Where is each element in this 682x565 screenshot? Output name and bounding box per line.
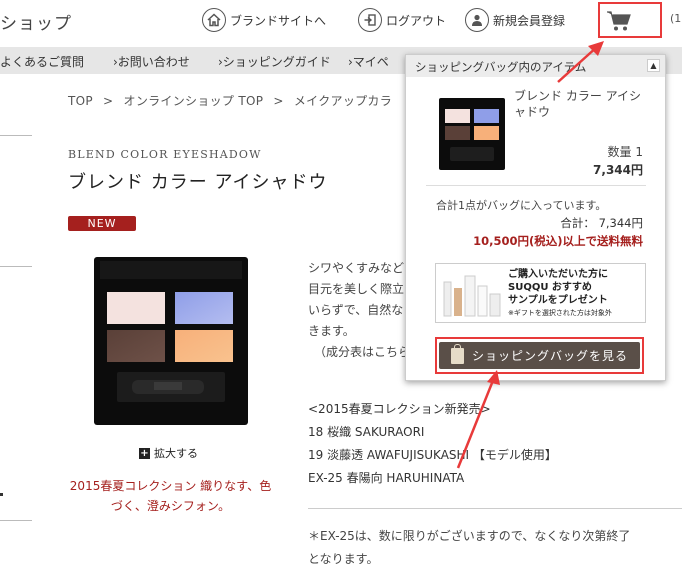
new-badge: NEW [68,216,136,231]
description-line: 目元を美しく際立 [308,282,405,296]
nav-contact[interactable]: ›お問い合わせ [113,53,190,70]
brand-site-label: ブランドサイトへ [230,13,327,28]
plus-icon: + [139,447,150,459]
sample-products-image [443,275,501,317]
page-title: ブレンド カラー アイシャドウ [68,172,328,193]
nav-mypage[interactable]: ›マイペ [348,53,389,70]
breadcrumb-makeup[interactable]: メイクアップカラ [294,94,392,108]
product-image[interactable] [92,256,250,426]
collection-info: <2015春夏コレクション新発売> 18 桜織 SAKURAORI 19 淡藤透… [308,398,557,490]
logout-label: ログアウト [386,13,447,28]
nav-faq[interactable]: よくあるご質問 [0,53,84,70]
divider [308,508,682,509]
free-shipping-note: 10,500円(税込)以上で送料無料 [473,234,643,248]
product-caption: 2015春夏コレクション 織りなす、色づく、澄みシフォン。 [69,479,272,513]
logout-link[interactable]: ログアウト [358,8,446,32]
product-subtitle: BLEND COLOR EYESHADOW [68,148,262,161]
collection-line: 19 淡藤透 AWAFUJISUKASHI 【モデル使用】 [308,448,557,462]
cart-item-name[interactable]: ブレンド カラー アイシャドウ [514,88,646,120]
breadcrumb-online-shop[interactable]: オンラインショップ TOP [124,94,264,108]
breadcrumb: TOP > オンラインショップ TOP > メイクアップカラ [68,92,398,109]
description-line: シワやくすみなど [308,261,405,275]
description-line: いらずで、自然な [308,303,404,317]
register-link[interactable]: 新規会員登録 [465,8,565,32]
cart-count: (1) [670,12,682,25]
ingredients-link[interactable]: （成分表はこちら [308,342,410,363]
description-line: きます。 [308,324,355,338]
sidebar-divider [0,520,32,521]
sidebar-divider [0,266,32,267]
product-description: シワやくすみなど 目元を美しく際立 いらずで、自然な きます。 （成分表はこちら [308,258,410,363]
promo-line: SUQQU おすすめ [508,282,592,293]
note-line: となります。 [308,552,379,565]
cart-dropdown-header: ショッピングバッグ内のアイテム ▲ [406,55,665,77]
view-bag-label: ショッピングバッグを見る [471,349,628,363]
collection-line: 18 桜織 SAKURAORI [308,425,425,439]
logout-icon [358,8,382,32]
view-shopping-bag-button[interactable]: ショッピングバッグを見る [439,342,640,369]
cart-button[interactable] [598,2,662,38]
promo-line: ご購入いただいた方に [508,269,608,280]
collection-line: EX-25 春陽向 HARUHINATA [308,471,465,485]
divider [426,185,646,186]
note-line: ＊EX-25は、数に限りがございますので、なくなり次第終了 [308,529,631,543]
breadcrumb-sep: > [273,94,284,108]
brand-site-link[interactable]: ブランドサイトへ [202,8,326,32]
sidebar-divider [0,135,32,136]
breadcrumb-top[interactable]: TOP [68,94,93,108]
zoom-button[interactable]: + 拡大する [139,445,198,461]
breadcrumb-sep: > [103,94,114,108]
cart-dropdown: ショッピングバッグ内のアイテム ▲ ブレンド カラー アイシャドウ 数量 1 7… [405,54,666,381]
cart-dropdown-title: ショッピングバッグ内のアイテム [415,60,587,74]
user-icon [465,8,489,32]
nav-shopping-guide[interactable]: ›ショッピングガイド [218,53,331,70]
cart-total: 合計： 7,344円 [560,216,643,230]
cart-item-price: 7,344円 [593,163,643,177]
promo-note: ※ギフトを選択された方は対象外 [508,309,612,317]
site-header: ショップ ブランドサイトへ ログアウト 新規会員登録 (1) [0,0,682,42]
collection-heading: <2015春夏コレクション新発売> [308,402,491,416]
cart-icon [607,11,631,31]
shopping-bag-icon [450,343,464,364]
home-icon [202,8,226,32]
register-label: 新規会員登録 [493,13,566,28]
collapse-up-icon[interactable]: ▲ [647,59,660,72]
cart-item-qty: 数量 1 [607,145,643,159]
zoom-label: 拡大する [154,447,198,460]
cart-summary: 合計1点がバッグに入っています。 [436,199,607,212]
stock-note: ＊EX-25は、数に限りがございますので、なくなり次第終了 となります。 [308,525,630,565]
sidebar-bullet [0,493,3,496]
promo-text: ご購入いただいた方に SUQQU おすすめ サンプルをプレゼント [508,268,608,307]
sample-promo-banner[interactable]: ご購入いただいた方に SUQQU おすすめ サンプルをプレゼント ※ギフトを選択… [435,263,646,323]
promo-line: サンプルをプレゼント [508,295,608,306]
cart-item-image[interactable] [438,97,506,171]
shop-title: ショップ [0,14,72,34]
